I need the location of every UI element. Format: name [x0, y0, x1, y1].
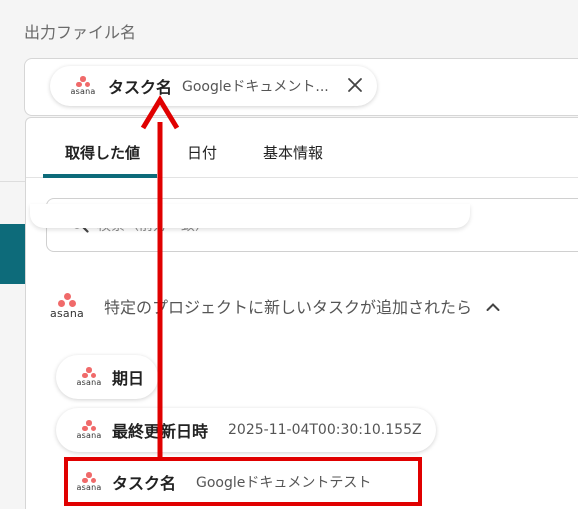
screen: 出力ファイル名 asana タスク名 Googleドキュメント... 取得した値…: [0, 0, 578, 509]
annotation-arrow: [140, 95, 180, 458]
